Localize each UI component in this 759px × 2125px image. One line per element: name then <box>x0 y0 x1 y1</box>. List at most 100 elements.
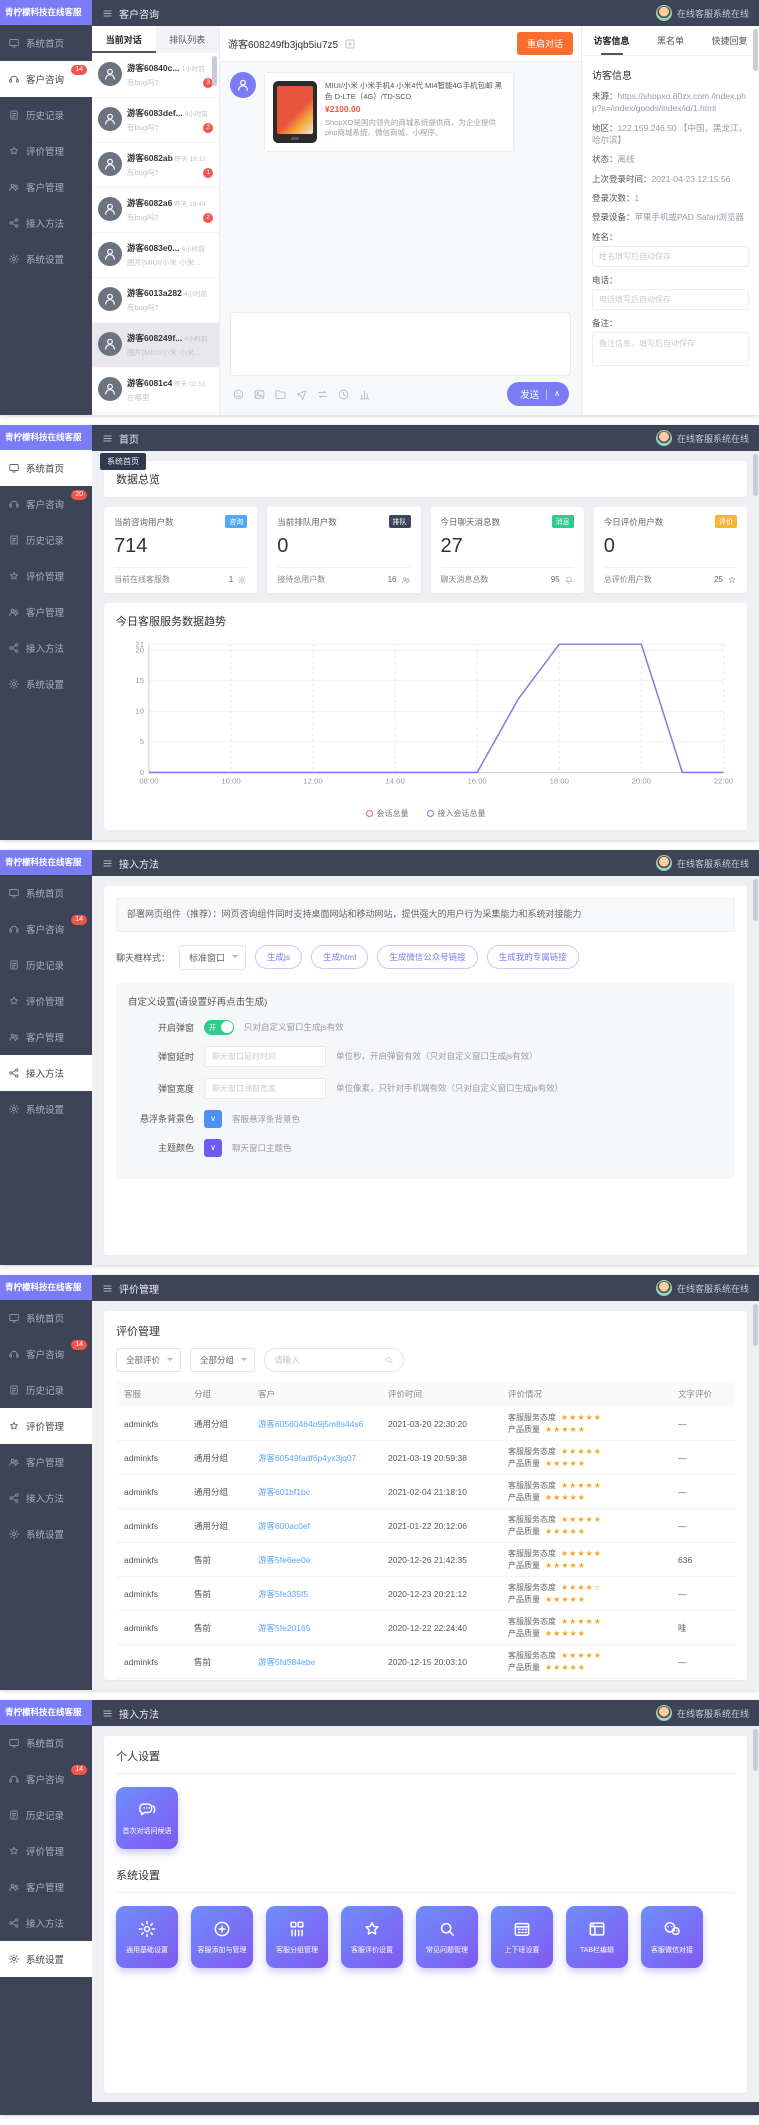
list-item[interactable]: 游客6083e0...4小时前 图片[MIUI/小米 小米... <box>92 233 219 278</box>
sidebar-item-history[interactable]: 历史记录 <box>0 97 92 133</box>
restart-chat-button[interactable]: 重启对话 <box>517 32 573 55</box>
sidebar-item-customers[interactable]: 客户管理 <box>0 594 92 630</box>
settings-tile[interactable]: 常见问题管理 <box>416 1906 478 1968</box>
sidebar-item-access[interactable]: 接入方法 <box>0 205 92 241</box>
settings-tile[interactable]: 首次对话问候语 <box>116 1787 178 1849</box>
line-chart[interactable]: 051015202108:0010:0012:0014:0016:0018:00… <box>116 633 735 805</box>
scrollbar-thumb[interactable] <box>753 1729 758 1771</box>
generate-button[interactable]: 生成html <box>311 945 368 969</box>
scrollbar-thumb[interactable] <box>753 29 758 71</box>
sidebar-item-home[interactable]: 系统首页 <box>0 1725 92 1761</box>
sidebar-item-settings[interactable]: 系统设置 <box>0 241 92 277</box>
add-tag-icon[interactable] <box>344 38 356 50</box>
list-item[interactable]: 游客6013a2824小时前 有bug吗? <box>92 278 219 323</box>
settings-tile[interactable]: 上下班设置 <box>491 1906 553 1968</box>
user-box[interactable]: 在线客服系统在线 <box>656 430 749 446</box>
tab-visitor-info[interactable]: 访客信息 <box>582 26 641 55</box>
settings-tile[interactable]: 客服分组管理 <box>266 1906 328 1968</box>
sidebar-item-home[interactable]: 系统首页 <box>0 875 92 911</box>
tab-quick-replies[interactable]: 快捷回复 <box>700 26 759 55</box>
sidebar-item-customers[interactable]: 客户管理 <box>0 1019 92 1055</box>
search-input[interactable] <box>274 1355 379 1365</box>
chevron-up-icon[interactable]: ∧ <box>554 390 560 398</box>
settings-tile[interactable]: 通用基础设置 <box>116 1906 178 1968</box>
customer-link[interactable]: 游客5fe6ee0e <box>258 1554 388 1566</box>
theme-color-picker[interactable]: ∨ <box>204 1139 222 1157</box>
sidebar-item-settings[interactable]: 系统设置 <box>0 1941 92 1977</box>
sidebar-item-reviews[interactable]: 评价管理 <box>0 133 92 169</box>
history-icon[interactable] <box>337 388 350 401</box>
customer-link[interactable]: 游客60549fadf6p4yx3jq07 <box>258 1452 388 1464</box>
stats-icon[interactable] <box>358 388 371 401</box>
sidebar-item-reviews[interactable]: 评价管理 <box>0 1833 92 1869</box>
user-box[interactable]: 在线客服系统在线 <box>656 855 749 871</box>
customer-link[interactable]: 游客601bf1bc <box>258 1486 388 1498</box>
menu-icon[interactable] <box>102 1283 113 1294</box>
list-item[interactable]: 游客6081c3昨天 02:51 有bug吗? <box>92 413 219 415</box>
sidebar-item-reviews[interactable]: 评价管理 <box>0 983 92 1019</box>
sidebar-item-consult[interactable]: 客户咨询 14 <box>0 1761 92 1797</box>
sidebar-item-access[interactable]: 接入方法 <box>0 630 92 666</box>
tab-blacklist[interactable]: 黑名单 <box>641 26 700 55</box>
sidebar-item-history[interactable]: 历史记录 <box>0 947 92 983</box>
menu-icon[interactable] <box>102 8 113 19</box>
popup-delay-field[interactable] <box>204 1046 326 1067</box>
user-box[interactable]: 在线客服系统在线 <box>656 1280 749 1296</box>
generate-button[interactable]: 生成我的专属链接 <box>487 945 579 969</box>
sidebar-item-consult[interactable]: 客户咨询 14 <box>0 911 92 947</box>
customer-link[interactable]: 游客5fe335f5 <box>258 1588 388 1600</box>
visitor-note-field[interactable] <box>592 332 749 366</box>
chat-style-select[interactable]: 标准窗口 <box>179 945 246 970</box>
sidebar-item-access[interactable]: 接入方法 <box>0 1905 92 1941</box>
transfer-icon[interactable] <box>316 388 329 401</box>
send-button[interactable]: 发送 ∧ <box>507 382 569 406</box>
customer-link[interactable]: 游客60560464o9j5m8s44s6 <box>258 1418 388 1430</box>
sidebar-item-customers[interactable]: 客户管理 <box>0 169 92 205</box>
floatbar-color-picker[interactable]: ∨ <box>204 1110 222 1128</box>
customer-link[interactable]: 游客600ac0ef <box>258 1520 388 1532</box>
sidebar-item-home[interactable]: 系统首页 <box>0 25 92 61</box>
scrollbar-thumb[interactable] <box>753 879 758 921</box>
popup-toggle[interactable]: 开 <box>204 1020 234 1035</box>
visitor-phone-field[interactable] <box>592 289 749 310</box>
legend-item[interactable]: 会话总量 <box>366 808 409 819</box>
sidebar-item-reviews[interactable]: 评价管理 <box>0 1408 92 1444</box>
menu-icon[interactable] <box>102 1708 113 1719</box>
sidebar-item-customers[interactable]: 客户管理 <box>0 1869 92 1905</box>
visitor-name-field[interactable] <box>592 246 749 267</box>
group-filter-select[interactable]: 全部分组 <box>190 1348 255 1372</box>
sidebar-item-history[interactable]: 历史记录 <box>0 1797 92 1833</box>
sidebar-item-access[interactable]: 接入方法 <box>0 1480 92 1516</box>
legend-item[interactable]: 接入会话总量 <box>427 808 486 819</box>
sidebar-item-history[interactable]: 历史记录 <box>0 522 92 558</box>
send-file-icon[interactable] <box>295 388 308 401</box>
settings-tile[interactable]: 客服评价设置 <box>341 1906 403 1968</box>
product-card-message[interactable]: MIUI/小米 小米手机4 小米4代 MI4智能4G手机包邮 黑色 D-LTE（… <box>264 72 514 152</box>
sidebar-item-settings[interactable]: 系统设置 <box>0 666 92 702</box>
user-box[interactable]: 在线客服系统在线 <box>656 1705 749 1721</box>
menu-icon[interactable] <box>102 858 113 869</box>
scrollbar-thumb[interactable] <box>753 454 758 496</box>
scrollbar-thumb[interactable] <box>753 1304 758 1346</box>
sidebar-item-history[interactable]: 历史记录 <box>0 1372 92 1408</box>
settings-tile[interactable]: TAB栏编辑 <box>566 1906 628 1968</box>
customer-link[interactable]: 游客5fe20165 <box>258 1622 388 1634</box>
list-item[interactable]: 游客6082a6昨天 18:49 有bug吗?2 <box>92 188 219 233</box>
menu-icon[interactable] <box>102 433 113 444</box>
rating-filter-select[interactable]: 全部评价 <box>116 1348 181 1372</box>
user-box[interactable]: 在线客服系统在线 <box>656 5 749 21</box>
message-input[interactable] <box>230 312 571 376</box>
emoji-icon[interactable] <box>232 388 245 401</box>
search-icon[interactable] <box>384 1355 394 1365</box>
sidebar-item-home[interactable]: 系统首页 <box>0 450 92 486</box>
sidebar-item-customers[interactable]: 客户管理 <box>0 1444 92 1480</box>
sidebar-item-consult[interactable]: 客户咨询 20 <box>0 486 92 522</box>
list-item[interactable]: 游客608249f...4小时前 图片[MIUI/小米 小米... <box>92 323 219 368</box>
settings-tile[interactable]: 客服微信对接 <box>641 1906 703 1968</box>
sidebar-item-consult[interactable]: 客户咨询 14 <box>0 1336 92 1372</box>
list-item[interactable]: 游客6083def...4小时前 有bug吗?2 <box>92 98 219 143</box>
popup-width-field[interactable] <box>204 1078 326 1099</box>
file-icon[interactable] <box>274 388 287 401</box>
sidebar-item-consult[interactable]: 客户咨询 14 <box>0 61 92 97</box>
customer-link[interactable]: 游客5fd584ebe <box>258 1656 388 1668</box>
